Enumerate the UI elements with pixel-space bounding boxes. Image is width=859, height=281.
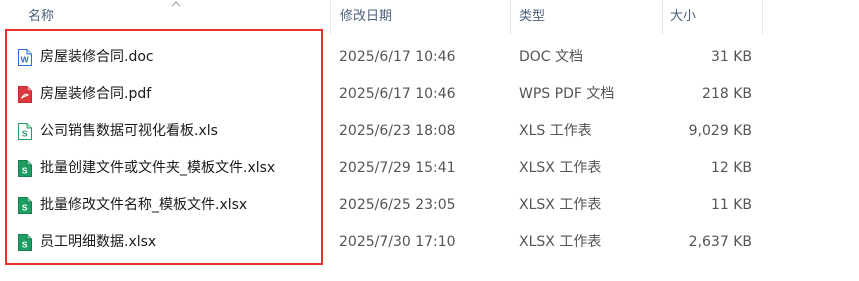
column-header-date-modified[interactable]: 修改日期	[330, 0, 510, 34]
file-type: DOC 文档	[519, 49, 584, 65]
file-name[interactable]: 房屋装修合同.pdf	[40, 76, 151, 113]
file-type: WPS PDF 文档	[519, 86, 615, 102]
file-size: 11 KB	[710, 197, 752, 213]
file-size: 2,637 KB	[688, 234, 752, 250]
column-header-type[interactable]: 类型	[510, 0, 662, 34]
file-row[interactable]: W 房屋装修合同.doc 2025/6/17 10:46 DOC 文档 31 K…	[0, 39, 859, 76]
column-divider[interactable]	[762, 0, 763, 34]
svg-text:S: S	[22, 240, 28, 250]
file-list: W 房屋装修合同.doc 2025/6/17 10:46 DOC 文档 31 K…	[0, 39, 859, 261]
file-size: 218 KB	[702, 86, 752, 102]
xlsx-spreadsheet-icon: S	[18, 197, 32, 214]
file-row[interactable]: 房屋装修合同.pdf 2025/6/17 10:46 WPS PDF 文档 21…	[0, 76, 859, 113]
file-size: 9,029 KB	[688, 123, 752, 139]
pdf-icon	[18, 86, 32, 103]
file-date-modified: 2025/6/17 10:46	[339, 49, 456, 65]
file-row[interactable]: S 批量修改文件名称_模板文件.xlsx 2025/6/25 23:05 XLS…	[0, 187, 859, 224]
file-date-modified: 2025/6/25 23:05	[339, 197, 456, 213]
file-row[interactable]: S 批量创建文件或文件夹_模板文件.xlsx 2025/7/29 15:41 X…	[0, 150, 859, 187]
file-size: 31 KB	[710, 49, 752, 65]
xlsx-spreadsheet-icon: S	[18, 234, 32, 251]
file-type: XLSX 工作表	[519, 234, 602, 250]
svg-text:S: S	[22, 203, 28, 213]
file-date-modified: 2025/6/17 10:46	[339, 86, 456, 102]
column-header-name[interactable]: 名称	[0, 0, 330, 34]
file-row[interactable]: S 公司销售数据可视化看板.xls 2025/6/23 18:08 XLS 工作…	[0, 113, 859, 150]
file-name[interactable]: 员工明细数据.xlsx	[40, 224, 156, 261]
file-type: XLSX 工作表	[519, 197, 602, 213]
file-date-modified: 2025/7/29 15:41	[339, 160, 456, 176]
file-date-modified: 2025/7/30 17:10	[339, 234, 456, 250]
xlsx-spreadsheet-icon: S	[18, 160, 32, 177]
word-doc-icon: W	[18, 49, 32, 66]
file-name[interactable]: 房屋装修合同.doc	[40, 39, 154, 76]
file-type: XLS 工作表	[519, 123, 592, 139]
file-type: XLSX 工作表	[519, 160, 602, 176]
file-name[interactable]: 批量创建文件或文件夹_模板文件.xlsx	[40, 150, 275, 187]
file-date-modified: 2025/6/23 18:08	[339, 123, 456, 139]
svg-text:S: S	[22, 129, 28, 139]
column-header-size[interactable]: 大小	[662, 0, 762, 34]
file-size: 12 KB	[710, 160, 752, 176]
column-header-bar: 名称 修改日期 类型 大小	[0, 0, 859, 34]
file-row[interactable]: S 员工明细数据.xlsx 2025/7/30 17:10 XLSX 工作表 2…	[0, 224, 859, 261]
file-name[interactable]: 公司销售数据可视化看板.xls	[40, 113, 218, 150]
file-name[interactable]: 批量修改文件名称_模板文件.xlsx	[40, 187, 247, 224]
xls-spreadsheet-icon: S	[18, 123, 32, 140]
svg-text:W: W	[21, 55, 30, 65]
svg-text:S: S	[22, 166, 28, 176]
